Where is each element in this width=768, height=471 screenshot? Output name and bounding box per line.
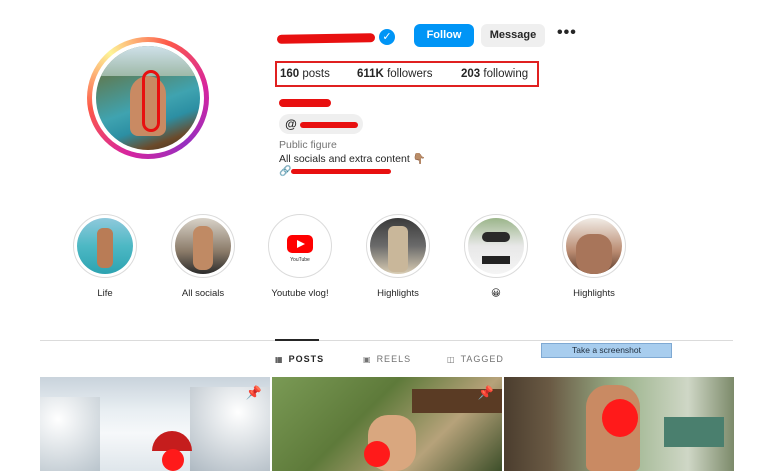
highlight-highlights-2[interactable]: Highlights xyxy=(562,214,626,299)
pin-icon: 📌 xyxy=(477,385,494,400)
highlight-ring xyxy=(171,214,235,278)
tab-posts[interactable]: ▦ POSTS xyxy=(275,354,324,364)
highlight-label: Life xyxy=(97,288,113,299)
message-button[interactable]: Message xyxy=(481,24,545,47)
post-thumbnail-2[interactable]: 📌 xyxy=(272,377,502,471)
bio-link-redaction[interactable] xyxy=(291,169,391,174)
highlight-thumbnail xyxy=(468,218,524,274)
tabs-divider xyxy=(40,340,733,341)
highlight-ring xyxy=(562,214,626,278)
avatar-photo xyxy=(96,46,200,150)
posts-count-label: posts xyxy=(302,68,330,80)
highlight-ring xyxy=(464,214,528,278)
highlight-thumbnail xyxy=(77,218,133,274)
link-icon: 🔗 xyxy=(279,166,292,177)
highlight-life[interactable]: Life xyxy=(73,214,137,299)
display-name-redaction xyxy=(279,99,331,107)
post-thumbnail-1[interactable]: 📌 xyxy=(40,377,270,471)
highlight-ring xyxy=(366,214,430,278)
tab-tagged[interactable]: ◫ TAGGED xyxy=(447,354,504,364)
highlight-ring xyxy=(73,214,137,278)
active-tab-indicator xyxy=(275,339,319,341)
threads-handle-redaction xyxy=(300,122,358,128)
avatar-redaction-mark xyxy=(142,70,160,132)
tab-reels[interactable]: ▣ REELS xyxy=(363,354,411,364)
posts-count-value: 160 xyxy=(280,68,300,80)
youtube-play-icon xyxy=(287,235,313,253)
grid-icon: ▦ xyxy=(275,355,284,364)
username-redaction xyxy=(276,33,376,44)
more-options-icon[interactable]: ••• xyxy=(557,25,577,44)
profile-category: Public figure xyxy=(279,139,337,151)
following-count[interactable]: 203 following xyxy=(461,68,528,80)
highlight-emoji[interactable]: 😀 xyxy=(464,214,528,299)
followers-count-value: 611K xyxy=(357,68,384,80)
follow-button[interactable]: Follow xyxy=(414,24,474,47)
highlight-thumbnail xyxy=(175,218,231,274)
highlight-all-socials[interactable]: All socials xyxy=(171,214,235,299)
reels-icon: ▣ xyxy=(363,355,372,364)
threads-icon: @ xyxy=(285,117,297,131)
highlight-thumbnail xyxy=(566,218,622,274)
tab-label: POSTS xyxy=(288,354,325,364)
highlight-youtube-vlog[interactable]: YouTube Youtube vlog! xyxy=(268,214,332,299)
highlight-thumbnail: YouTube xyxy=(272,218,328,274)
tab-label: TAGGED xyxy=(460,354,504,364)
followers-count-label: followers xyxy=(387,68,433,80)
followers-count[interactable]: 611K followers xyxy=(357,68,432,80)
highlight-label: Highlights xyxy=(377,288,419,299)
youtube-thumb-text: YouTube xyxy=(290,257,310,263)
post-thumbnail-3[interactable] xyxy=(504,377,734,471)
highlight-highlights-1[interactable]: Highlights xyxy=(366,214,430,299)
posts-count: 160 posts xyxy=(280,68,330,80)
screenshot-tooltip: Take a screenshot xyxy=(541,343,672,358)
following-count-value: 203 xyxy=(461,68,481,80)
profile-bio: All socials and extra content 👇🏽 xyxy=(279,153,426,165)
highlight-thumbnail xyxy=(370,218,426,274)
avatar-inner-ring xyxy=(92,42,204,154)
highlight-label: 😀 xyxy=(491,288,501,299)
tab-label: REELS xyxy=(376,354,412,364)
verified-badge-icon: ✓ xyxy=(379,29,395,45)
highlight-label: Highlights xyxy=(573,288,615,299)
pin-icon: 📌 xyxy=(245,385,262,400)
highlight-label: All socials xyxy=(181,288,225,299)
following-count-label: following xyxy=(483,68,529,80)
highlight-ring: YouTube xyxy=(268,214,332,278)
tagged-icon: ◫ xyxy=(447,355,456,364)
profile-avatar[interactable] xyxy=(87,37,209,159)
highlight-label: Youtube vlog! xyxy=(271,288,329,299)
